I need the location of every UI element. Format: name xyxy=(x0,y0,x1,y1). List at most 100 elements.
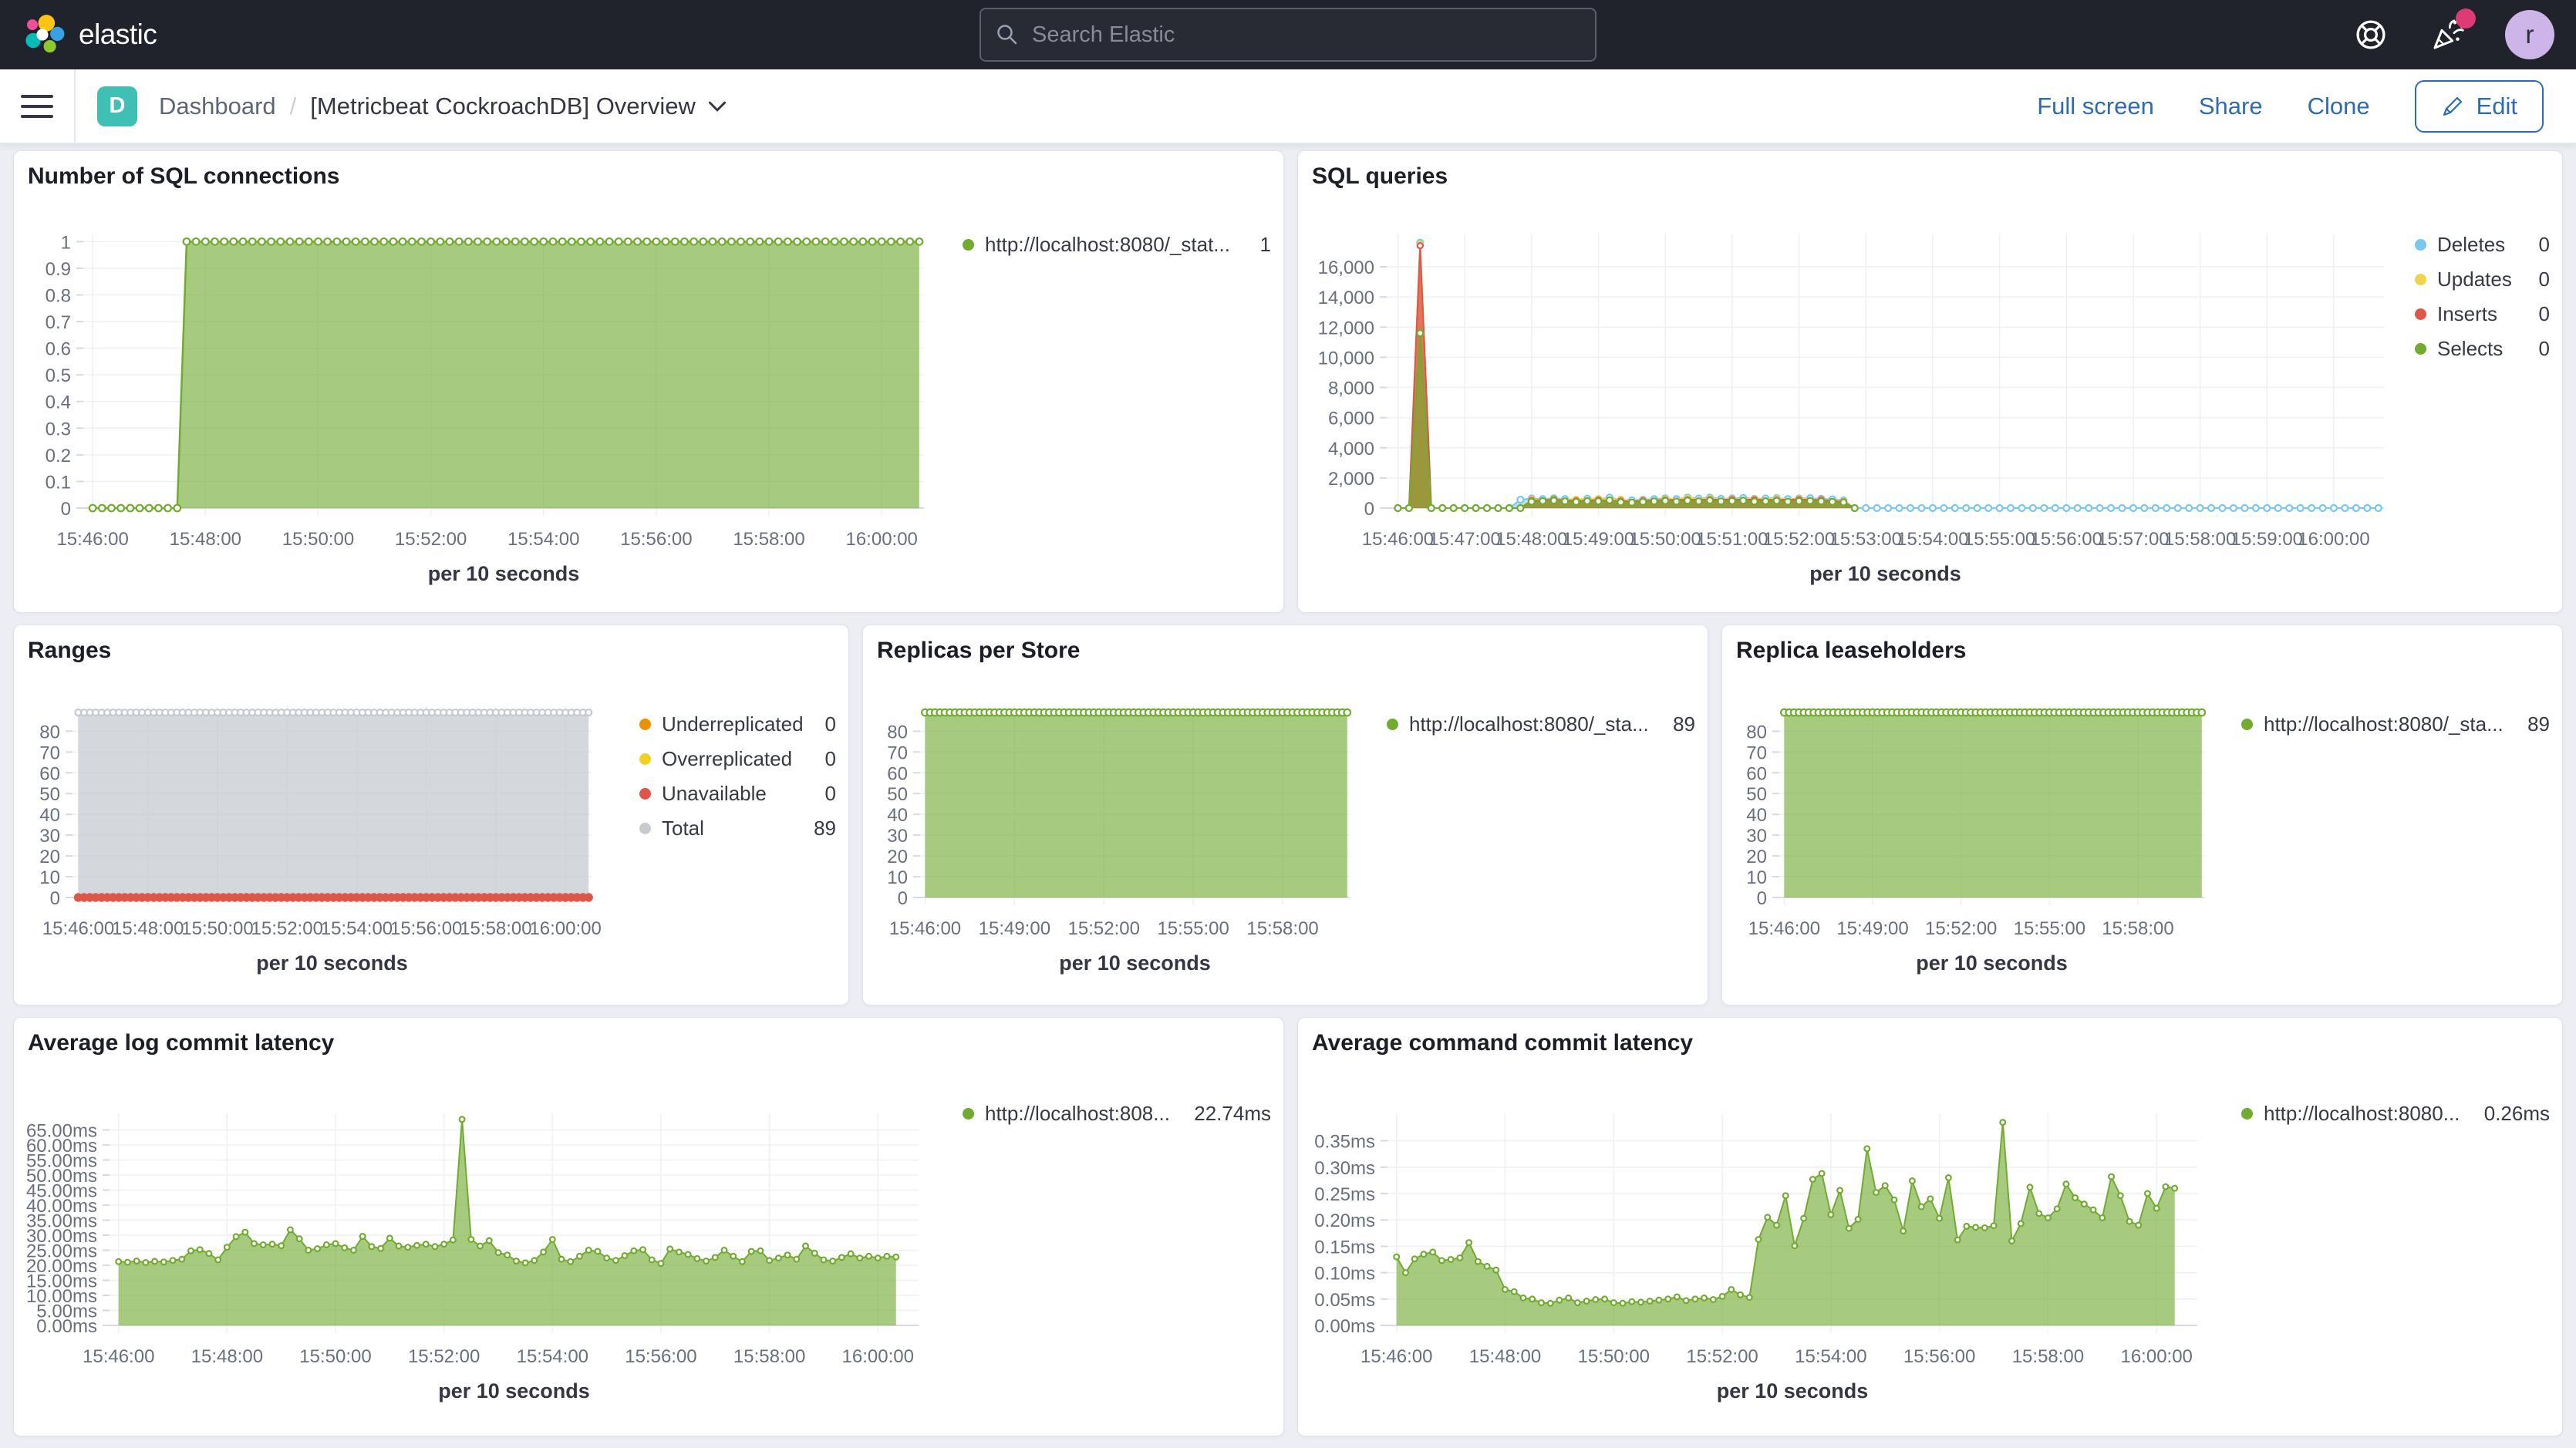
legend-item[interactable]: http://localhost:8080/_sta...89 xyxy=(2241,712,2550,736)
svg-text:0.15ms: 0.15ms xyxy=(1314,1237,1375,1258)
notification-dot xyxy=(2456,8,2476,29)
svg-text:12,000: 12,000 xyxy=(1318,318,1374,338)
svg-text:15:58:00: 15:58:00 xyxy=(460,918,531,939)
elastic-logo xyxy=(22,13,65,56)
svg-text:70: 70 xyxy=(887,743,908,763)
edit-button[interactable]: Edit xyxy=(2415,80,2544,133)
legend-item[interactable]: Underreplicated0 xyxy=(639,712,836,736)
svg-text:10: 10 xyxy=(1746,867,1767,888)
svg-text:60: 60 xyxy=(39,763,60,784)
svg-text:15:46:00: 15:46:00 xyxy=(83,1346,154,1367)
svg-text:15:56:00: 15:56:00 xyxy=(620,529,692,550)
dashboard-title-menu[interactable]: [Metricbeat CockroachDB] Overview xyxy=(310,93,727,120)
legend-swatch-icon xyxy=(2415,239,2426,251)
svg-text:15:56:00: 15:56:00 xyxy=(2031,529,2102,550)
svg-text:0.8: 0.8 xyxy=(46,285,71,306)
panel-title[interactable]: SQL queries xyxy=(1312,163,2550,197)
svg-text:0.25ms: 0.25ms xyxy=(1314,1184,1375,1205)
legend-swatch-icon xyxy=(2241,719,2253,730)
legend-item[interactable]: Deletes0 xyxy=(2415,232,2550,257)
panel-title[interactable]: Replicas per Store xyxy=(877,638,1695,672)
clone-button[interactable]: Clone xyxy=(2308,93,2370,120)
legend-label: Deletes xyxy=(2437,232,2528,257)
legend-value: 0 xyxy=(825,781,836,806)
svg-text:15:58:00: 15:58:00 xyxy=(733,529,804,550)
dashboard-grid: Number of SQL connections 00.10.20.30.40… xyxy=(0,144,2576,1436)
user-avatar[interactable]: r xyxy=(2505,10,2554,59)
panel-title[interactable]: Average log commit latency xyxy=(28,1030,1271,1064)
svg-text:30: 30 xyxy=(39,826,60,847)
legend-item[interactable]: Selects0 xyxy=(2415,336,2550,361)
legend-item[interactable]: http://localhost:8080/_sta...89 xyxy=(1387,712,1695,736)
main-menu-button[interactable] xyxy=(0,69,76,143)
svg-text:15:59:00: 15:59:00 xyxy=(2231,529,2303,550)
full-screen-button[interactable]: Full screen xyxy=(2037,93,2154,120)
svg-text:80: 80 xyxy=(39,722,60,743)
svg-text:15:48:00: 15:48:00 xyxy=(170,529,241,550)
legend-item[interactable]: Total89 xyxy=(639,816,836,840)
legend-item[interactable]: Inserts 0 xyxy=(2415,301,2550,326)
svg-text:15:46:00: 15:46:00 xyxy=(42,918,114,939)
share-button[interactable]: Share xyxy=(2199,93,2263,120)
svg-text:per 10 seconds: per 10 seconds xyxy=(438,1379,590,1403)
legend-swatch-icon xyxy=(639,753,651,765)
svg-text:15:49:00: 15:49:00 xyxy=(979,918,1050,939)
svg-text:15:55:00: 15:55:00 xyxy=(2014,918,2085,939)
breadcrumb-dashboard[interactable]: Dashboard xyxy=(159,93,276,120)
svg-text:15:55:00: 15:55:00 xyxy=(1157,918,1229,939)
legend-value: 89 xyxy=(2527,712,2550,736)
svg-text:15:54:00: 15:54:00 xyxy=(507,529,579,550)
chart-legend: http://localhost:8080/_stat...1 xyxy=(963,197,1271,601)
panel-title[interactable]: Replica leaseholders xyxy=(1736,638,2550,672)
panel-title[interactable]: Average command commit latency xyxy=(1312,1030,2550,1064)
chart-legend: http://localhost:808... 22.74ms xyxy=(963,1064,1271,1425)
global-search[interactable] xyxy=(979,8,1597,62)
legend-value: 0 xyxy=(2539,301,2550,326)
whats-new-button[interactable] xyxy=(2428,15,2468,55)
legend-value: 0.26ms xyxy=(2484,1101,2550,1126)
legend-label: Total xyxy=(662,816,803,840)
chart-sql-connections: 00.10.20.30.40.50.60.70.80.9115:46:0015:… xyxy=(26,197,963,601)
svg-text:0: 0 xyxy=(1757,888,1767,909)
svg-text:15:46:00: 15:46:00 xyxy=(56,529,128,550)
legend-label: Inserts xyxy=(2437,301,2528,326)
panel-title[interactable]: Ranges xyxy=(28,638,836,672)
svg-text:80: 80 xyxy=(887,722,908,743)
legend-swatch-icon xyxy=(2415,274,2426,285)
legend-item[interactable]: Updates0 xyxy=(2415,267,2550,291)
svg-text:15:47:00: 15:47:00 xyxy=(1428,529,1500,550)
svg-text:40: 40 xyxy=(887,805,908,826)
svg-text:70: 70 xyxy=(39,743,60,763)
chart-avg-log-commit-latency: 0.00ms5.00ms10.00ms15.00ms20.00ms25.00ms… xyxy=(26,1064,963,1425)
legend-item[interactable]: http://localhost:8080...0.26ms xyxy=(2241,1101,2550,1126)
legend-item[interactable]: http://localhost:808... 22.74ms xyxy=(963,1101,1271,1126)
svg-text:0.05ms: 0.05ms xyxy=(1314,1290,1375,1311)
svg-text:65.00ms: 65.00ms xyxy=(26,1120,97,1141)
svg-text:16,000: 16,000 xyxy=(1318,258,1374,278)
elastic-brand[interactable]: elastic xyxy=(22,13,157,56)
svg-text:15:54:00: 15:54:00 xyxy=(321,918,393,939)
legend-item[interactable]: Unavailable0 xyxy=(639,781,836,806)
svg-text:15:50:00: 15:50:00 xyxy=(1578,1346,1650,1367)
svg-text:0: 0 xyxy=(1364,499,1374,520)
chevron-down-icon xyxy=(708,99,727,113)
legend-item[interactable]: Overreplicated0 xyxy=(639,746,836,771)
svg-text:15:49:00: 15:49:00 xyxy=(1836,918,1908,939)
legend-value: 22.74ms xyxy=(1194,1101,1271,1126)
svg-text:15:52:00: 15:52:00 xyxy=(251,918,323,939)
panel-replica-leaseholders: Replica leaseholders 0102030405060708015… xyxy=(1721,625,2563,1005)
legend-label: Updates xyxy=(2437,267,2528,291)
legend-label: http://localhost:808... xyxy=(985,1101,1183,1126)
svg-text:per 10 seconds: per 10 seconds xyxy=(256,951,408,975)
svg-text:16:00:00: 16:00:00 xyxy=(842,1346,914,1367)
search-input[interactable] xyxy=(1030,22,1581,49)
svg-text:15:53:00: 15:53:00 xyxy=(1830,529,1902,550)
panel-title[interactable]: Number of SQL connections xyxy=(28,163,1271,197)
svg-text:15:56:00: 15:56:00 xyxy=(390,918,462,939)
legend-item[interactable]: http://localhost:8080/_stat...1 xyxy=(963,232,1271,257)
legend-value: 0 xyxy=(825,712,836,736)
svg-text:15:54:00: 15:54:00 xyxy=(1897,529,1968,550)
avatar-initial: r xyxy=(2526,20,2534,49)
help-button[interactable] xyxy=(2351,15,2391,55)
svg-text:15:58:00: 15:58:00 xyxy=(733,1346,805,1367)
